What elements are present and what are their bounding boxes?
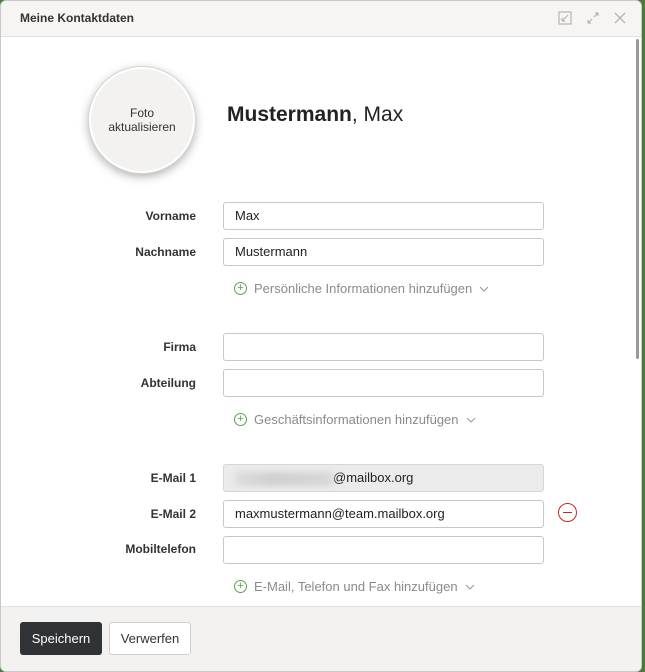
chevron-down-icon [466,417,475,423]
plus-circle-icon: + [234,282,247,295]
scrollbar[interactable] [636,39,639,359]
save-button[interactable]: Speichern [20,622,102,655]
expand-icon[interactable] [585,10,601,26]
remove-email-icon[interactable] [558,503,577,522]
mobil-label: Mobiltelefon [125,542,196,556]
discard-button[interactable]: Verwerfen [109,622,191,655]
chevron-down-icon [479,286,489,292]
add-personal-info-link[interactable]: + Persönliche Informationen hinzufügen [234,281,489,296]
firma-label: Firma [163,340,196,354]
contact-full-name: Mustermann, Max [227,103,403,127]
abteilung-label: Abteilung [140,376,196,390]
add-business-info-link[interactable]: + Geschäftsinformationen hinzufügen [234,412,476,427]
update-photo-button[interactable]: Foto aktualisieren [89,67,195,173]
firma-input[interactable] [223,333,544,361]
nachname-input[interactable]: Mustermann [223,238,544,266]
add-personal-info-label: Persönliche Informationen hinzufügen [254,281,473,296]
email2-input[interactable]: maxmustermann@team.mailbox.org [223,500,544,528]
add-business-info-label: Geschäftsinformationen hinzufügen [254,412,459,427]
add-contact-info-label: E-Mail, Telefon und Fax hinzufügen [254,579,458,594]
email2-label: E-Mail 2 [150,507,196,521]
dialog-footer: Speichern Verwerfen [1,606,641,671]
update-photo-label: Foto aktualisieren [108,106,176,134]
email1-label: E-Mail 1 [150,471,196,485]
nachname-label: Nachname [135,245,196,259]
vorname-input[interactable]: Max [223,202,544,230]
plus-circle-icon: + [234,413,247,426]
redacted-blur [235,471,333,486]
dialog-header: Meine Kontaktdaten [1,1,641,37]
add-contact-info-link[interactable]: + E-Mail, Telefon und Fax hinzufügen [234,579,475,594]
mobil-input[interactable] [223,536,544,564]
email1-input: @mailbox.org [223,464,544,492]
close-icon[interactable] [612,10,628,26]
vorname-label: Vorname [145,209,196,223]
contact-dialog: Meine Kontaktdaten Foto aktualisieren Mu… [0,0,642,672]
first-name-display: Max [357,103,404,126]
dialog-title: Meine Kontaktdaten [20,11,135,25]
minimize-icon[interactable] [557,10,573,26]
plus-circle-icon: + [234,580,247,593]
abteilung-input[interactable] [223,369,544,397]
chevron-down-icon [465,584,474,590]
email1-value: @mailbox.org [333,470,414,485]
last-name-display: Mustermann [227,103,352,126]
